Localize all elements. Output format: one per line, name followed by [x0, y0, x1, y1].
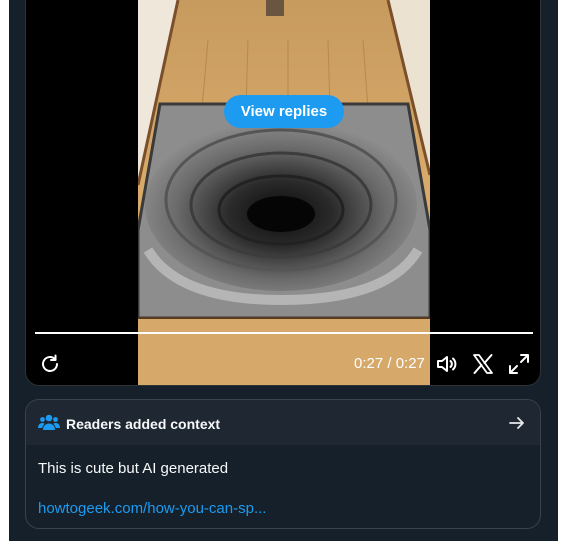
x-logo-button[interactable]	[471, 352, 495, 376]
arrow-right-icon[interactable]	[508, 414, 526, 432]
fullscreen-button[interactable]	[507, 352, 531, 376]
context-title: Readers added context	[66, 416, 221, 432]
context-source-link[interactable]: howtogeek.com/how-you-can-sp...	[38, 500, 266, 517]
video-player[interactable]: View replies 0:27 / 0:27	[25, 0, 541, 386]
context-body: This is cute but AI generated	[38, 460, 229, 477]
people-icon	[38, 413, 60, 431]
video-frame[interactable]	[138, 0, 430, 385]
replay-button[interactable]	[38, 352, 62, 376]
video-time: 0:27 / 0:27	[354, 355, 425, 372]
fullscreen-icon	[509, 354, 529, 374]
progress-bar-fill	[35, 332, 533, 334]
x-logo-icon	[473, 354, 493, 374]
view-replies-button[interactable]: View replies	[224, 95, 344, 128]
progress-bar[interactable]	[35, 332, 533, 334]
volume-icon	[437, 356, 457, 372]
context-header[interactable]: Readers added context	[26, 400, 540, 445]
volume-button[interactable]	[435, 352, 459, 376]
readers-context-card: Readers added context This is cute but A…	[25, 399, 541, 529]
replay-icon	[42, 354, 58, 372]
video-frame-image	[138, 0, 430, 385]
